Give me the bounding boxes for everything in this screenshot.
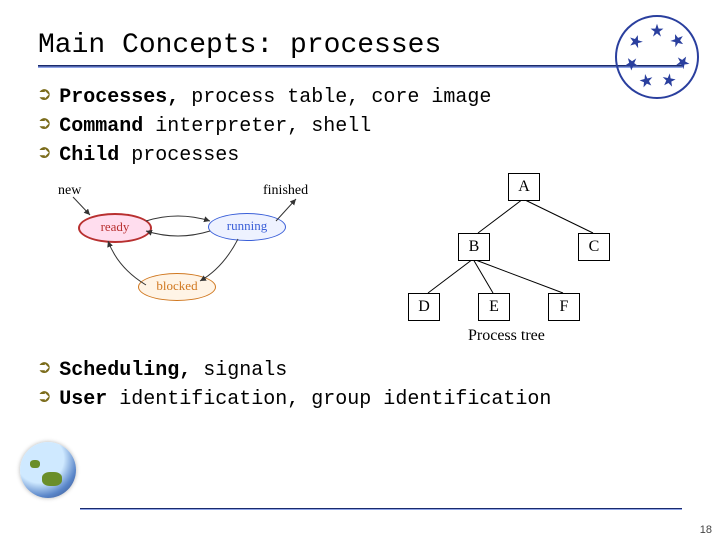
state-running: running (208, 213, 286, 241)
tree-caption: Process tree (468, 327, 545, 345)
bullet-item: ➲ Processes, process table, core image (38, 86, 682, 109)
tree-node: E (478, 293, 510, 321)
bullet-marker-icon: ➲ (38, 115, 51, 137)
bullet-lead: Command (59, 115, 143, 138)
bullet-item: ➲ Command interpreter, shell (38, 115, 682, 138)
bullet-marker-icon: ➲ (38, 359, 51, 381)
tree-node: B (458, 233, 490, 261)
bullet-item: ➲ Child processes (38, 144, 682, 167)
state-ready: ready (78, 213, 152, 243)
tree-node: A (508, 173, 540, 201)
bullet-marker-icon: ➲ (38, 86, 51, 108)
bullet-rest: processes (119, 144, 239, 167)
label-finished: finished (263, 183, 308, 199)
bullet-list-lower: ➲ Scheduling, signals ➲ User identificat… (38, 359, 682, 411)
title-divider (38, 65, 682, 68)
state-transitions (38, 173, 378, 323)
tree-node: F (548, 293, 580, 321)
bullet-item: ➲ User identification, group identificat… (38, 388, 682, 411)
eu-stars-logo (614, 14, 700, 100)
bullet-rest: signals (191, 359, 287, 382)
process-tree-diagram: A B C D E F Process tree (378, 173, 668, 353)
bullet-item: ➲ Scheduling, signals (38, 359, 682, 382)
bullet-rest: identification, group identification (107, 388, 551, 411)
page-number: 18 (700, 524, 712, 536)
bullet-lead: Scheduling, (59, 359, 191, 382)
process-state-diagram: new finished ready running blocked (38, 173, 378, 323)
bullet-lead: Processes, (59, 86, 179, 109)
state-blocked: blocked (138, 273, 216, 301)
bullet-lead: User (59, 388, 107, 411)
bullet-list: ➲ Processes, process table, core image ➲… (38, 86, 682, 167)
bullet-rest: process table, core image (179, 86, 491, 109)
bullet-lead: Child (59, 144, 119, 167)
footer-divider (80, 508, 682, 510)
tree-node: C (578, 233, 610, 261)
slide-title: Main Concepts: processes (38, 30, 682, 61)
bullet-marker-icon: ➲ (38, 144, 51, 166)
tree-node: D (408, 293, 440, 321)
label-new: new (58, 183, 81, 199)
bullet-marker-icon: ➲ (38, 388, 51, 410)
bullet-rest: interpreter, shell (143, 115, 371, 138)
globe-icon (20, 442, 76, 498)
